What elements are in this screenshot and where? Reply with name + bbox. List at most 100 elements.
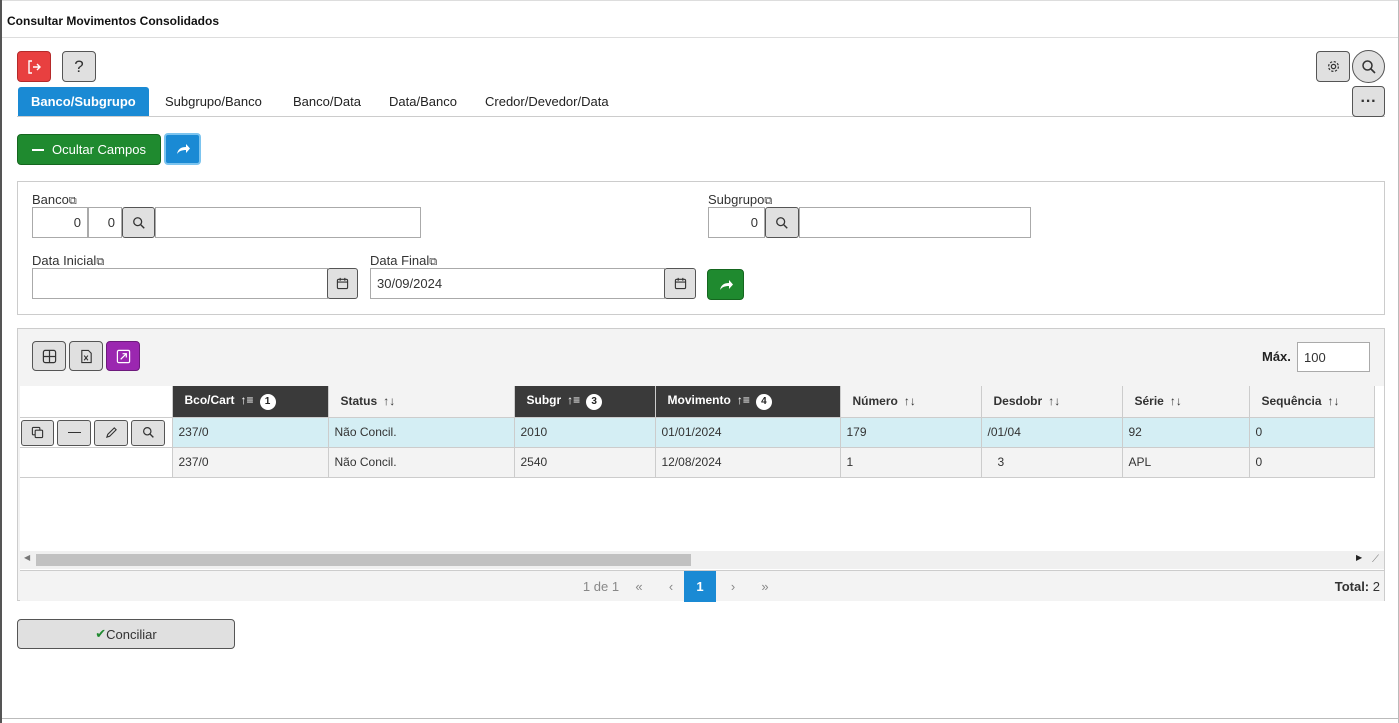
data-final-calendar-button[interactable] xyxy=(664,268,696,299)
pencil-icon xyxy=(105,427,117,439)
apply-filter-button[interactable] xyxy=(707,269,744,300)
subgrupo-code-input[interactable]: 0 xyxy=(708,207,765,238)
total-count: Total: 2 xyxy=(1334,579,1380,594)
page-1-button[interactable]: 1 xyxy=(684,571,716,602)
col-desdobr[interactable]: Desdobr ↑↓ xyxy=(981,386,1123,418)
tab-banco-subgrupo[interactable]: Banco/Subgrupo xyxy=(18,87,149,116)
gear-icon xyxy=(1327,61,1339,72)
share-button[interactable] xyxy=(164,133,201,165)
columns-button[interactable] xyxy=(32,341,66,371)
cell-numero: 1 xyxy=(840,447,982,478)
cell-sequencia: 0 xyxy=(1249,417,1375,448)
ellipsis-icon: ··· xyxy=(1360,92,1377,110)
header-row: Bco/Cart ↑≡ 1 Status ↑↓ Subgr ↑≡ 3 Movimento ↑… xyxy=(20,386,1375,418)
tab-bar: Banco/Subgrupo Subgrupo/Banco Banco/Data… xyxy=(17,87,1385,117)
data-inicial-input[interactable] xyxy=(32,268,328,299)
hide-fields-button[interactable]: Ocultar Campos xyxy=(17,134,161,165)
sort-icon: ↑↓ xyxy=(903,394,916,409)
col-status[interactable]: Status ↑↓ xyxy=(328,386,515,418)
tab-credor-devedor-data[interactable]: Credor/Devedor/Data xyxy=(472,87,622,116)
banco-search-button[interactable] xyxy=(122,207,155,238)
col-subgr[interactable]: Subgr ↑≡ 3 xyxy=(514,386,656,418)
minus-icon xyxy=(32,148,45,151)
copy-icon: ⧉ xyxy=(429,256,438,268)
results-table: Bco/Cart ↑≡ 1 Status ↑↓ Subgr ↑≡ 3 Movimento ↑… xyxy=(20,386,1375,478)
copy-icon: ⧉ xyxy=(68,195,77,207)
cell-movimento: 01/01/2024 xyxy=(655,417,841,448)
copy-icon: ⧉ xyxy=(96,256,105,268)
title-bar: Consultar Movimentos Consolidados xyxy=(2,0,1398,38)
pagination: 1 de 1 « ‹ 1 › » Total: 2 xyxy=(20,570,1384,602)
duplicate-button[interactable] xyxy=(21,419,54,446)
excel-file-icon xyxy=(80,349,92,363)
banco-name-input[interactable] xyxy=(155,207,421,238)
data-final-input[interactable]: 30/09/2024 xyxy=(370,268,665,299)
expand-grid-button[interactable] xyxy=(106,341,140,371)
actions-header xyxy=(20,386,173,418)
results-grid: Máx. 100 Bco/Cart ↑≡ 1 Status ↑↓ Subgr ↑≡ 3 M… xyxy=(17,328,1385,602)
sort-asc-icon: ↑≡ xyxy=(736,392,750,407)
sort-order-badge: 1 xyxy=(259,393,276,410)
scroll-left-icon[interactable]: ◀ xyxy=(24,553,30,562)
sort-icon: ↑↓ xyxy=(1048,394,1061,409)
search-toggle-button[interactable] xyxy=(1352,50,1385,83)
horizontal-scrollbar[interactable]: ◀ ▶ ⟋ xyxy=(20,551,1384,569)
sort-icon: ↑↓ xyxy=(1327,394,1340,409)
exit-icon xyxy=(28,59,41,74)
cell-status: Não Concil. xyxy=(328,417,515,448)
row-actions xyxy=(20,447,173,478)
cell-serie: 92 xyxy=(1122,417,1250,448)
view-button[interactable] xyxy=(131,419,165,446)
last-page-icon[interactable]: » xyxy=(750,571,780,602)
col-serie[interactable]: Série ↑↓ xyxy=(1122,386,1250,418)
bottom-divider xyxy=(2,718,1398,719)
copy-icon: ⧉ xyxy=(764,195,773,207)
minus-icon xyxy=(67,431,81,434)
scrollbar-thumb[interactable] xyxy=(36,554,691,566)
search-icon xyxy=(132,216,145,229)
calendar-icon xyxy=(336,277,349,290)
banco-label: Banco⧉ xyxy=(32,192,77,207)
calendar-icon xyxy=(674,277,686,290)
data-final-label: Data Final⧉ xyxy=(370,253,438,268)
copy-icon xyxy=(31,426,44,439)
page-title: Consultar Movimentos Consolidados xyxy=(7,14,220,28)
col-bco-cart[interactable]: Bco/Cart ↑≡ 1 xyxy=(172,386,329,418)
tab-subgrupo-banco[interactable]: Subgrupo/Banco xyxy=(152,87,275,116)
col-numero[interactable]: Número ↑↓ xyxy=(840,386,982,418)
col-movimento[interactable]: Movimento ↑≡ 4 xyxy=(655,386,841,418)
data-inicial-calendar-button[interactable] xyxy=(327,268,358,299)
remove-button[interactable] xyxy=(57,419,91,446)
cell-serie: APL xyxy=(1122,447,1250,478)
tab-data-banco[interactable]: Data/Banco xyxy=(376,87,470,116)
scroll-right-icon[interactable]: ▶ xyxy=(1356,553,1362,562)
more-options-button[interactable]: ··· xyxy=(1352,86,1385,117)
prev-page-icon[interactable]: ‹ xyxy=(656,571,686,602)
subgrupo-search-button[interactable] xyxy=(765,207,799,238)
max-rows-input[interactable]: 100 xyxy=(1297,342,1370,372)
settings-button[interactable] xyxy=(1316,51,1350,82)
subgrupo-name-input[interactable] xyxy=(799,207,1031,238)
cell-bco-cart: 237/0 xyxy=(172,417,329,448)
help-button[interactable]: ? xyxy=(62,51,96,82)
sort-asc-icon: ↑≡ xyxy=(567,392,581,407)
sort-icon: ↑↓ xyxy=(1169,394,1182,409)
expand-icon xyxy=(116,349,130,363)
export-excel-button[interactable] xyxy=(69,341,103,371)
table-row[interactable]: 237/0 Não Concil. 2540 12/08/2024 1 3 AP… xyxy=(20,447,1375,478)
edit-button[interactable] xyxy=(94,419,128,446)
search-icon xyxy=(776,216,788,229)
tab-banco-data[interactable]: Banco/Data xyxy=(280,87,374,116)
table-row[interactable]: 237/0 Não Concil. 2010 01/01/2024 179 /0… xyxy=(20,417,1375,448)
cell-sequencia: 0 xyxy=(1249,447,1375,478)
col-sequencia[interactable]: Sequência ↑↓ xyxy=(1249,386,1375,418)
cell-bco-cart: 237/0 xyxy=(172,447,329,478)
exit-button[interactable] xyxy=(17,51,51,82)
banco-code1-input[interactable]: 0 xyxy=(32,207,88,238)
first-page-icon[interactable]: « xyxy=(624,571,654,602)
resize-grip-icon[interactable]: ⟋ xyxy=(1372,554,1379,565)
next-page-icon[interactable]: › xyxy=(718,571,748,602)
banco-code2-input[interactable]: 0 xyxy=(88,207,122,238)
cell-status: Não Concil. xyxy=(328,447,515,478)
conciliar-button[interactable]: ✔ Conciliar xyxy=(17,619,235,649)
